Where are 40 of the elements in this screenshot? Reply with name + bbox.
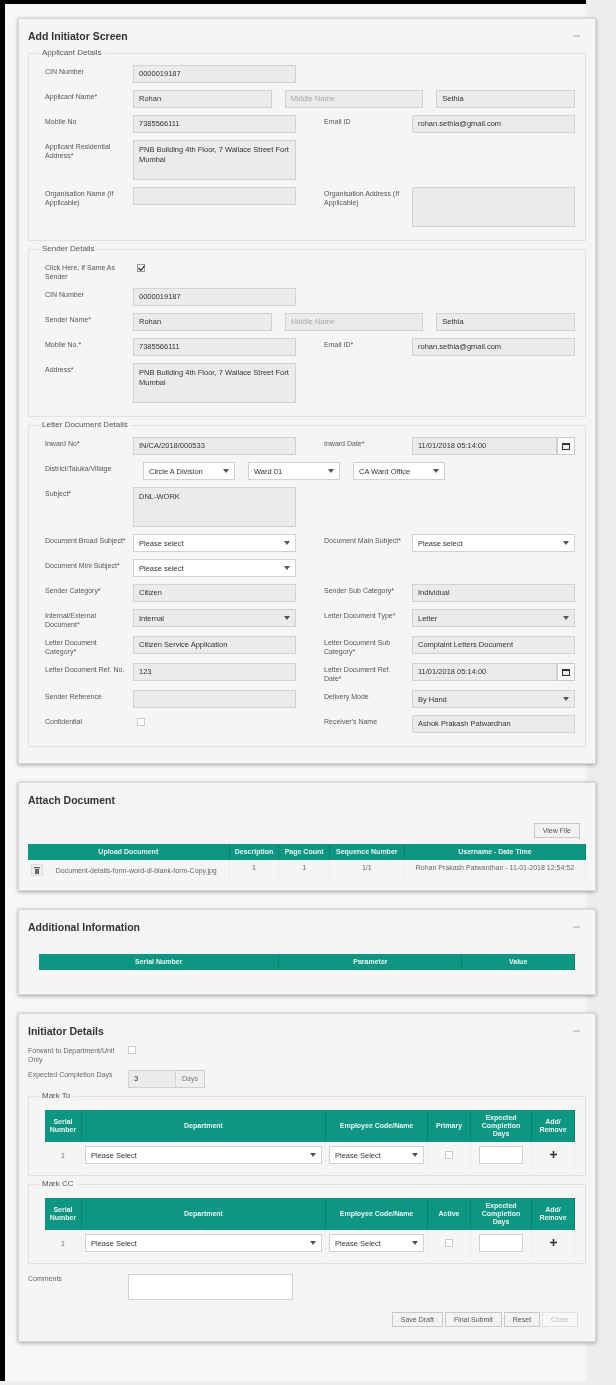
fieldset-legend: Mark To [39,1091,74,1100]
text-field[interactable] [133,690,296,708]
caret-icon [433,469,439,473]
delete-button[interactable] [31,864,43,876]
trash-icon [34,866,40,874]
caret-icon [284,566,290,570]
add-button[interactable] [549,1151,557,1158]
checkbox[interactable] [137,264,145,272]
fieldset-legend: Letter Document Details [39,420,131,429]
fieldset-legend: Sender Details [39,244,98,253]
plus-icon [549,1151,557,1158]
calendar-icon [562,442,570,450]
fieldset-legend: Applicant Details [39,48,105,57]
plus-icon [549,1239,557,1246]
caret-icon [412,1241,418,1245]
comments-field[interactable] [128,1274,293,1300]
calendar-button[interactable] [557,663,575,681]
text-area[interactable] [412,187,575,227]
section-title: Initiator Details [28,1025,104,1037]
calendar-button[interactable] [557,437,575,455]
caret-icon [310,1153,316,1157]
caret-icon [412,1153,418,1157]
caret-icon [284,541,290,545]
add-button[interactable] [549,1239,557,1246]
caret-icon [328,469,334,473]
fieldset-legend: Mark CC [39,1179,77,1188]
caret-icon [563,616,569,620]
caret-icon [310,1241,316,1245]
caret-icon [563,541,569,545]
number-field[interactable] [479,1234,523,1252]
text-field[interactable] [133,187,296,205]
calendar-icon [562,668,570,676]
checkmark-icon [137,265,145,271]
section-title: Attach Document [28,794,115,806]
caret-icon [563,697,569,701]
section-title: Add Initiator Screen [28,30,128,42]
caret-icon [223,469,229,473]
number-field[interactable] [479,1146,523,1164]
caret-icon [284,616,290,620]
section-title: Additional Information [28,921,140,933]
